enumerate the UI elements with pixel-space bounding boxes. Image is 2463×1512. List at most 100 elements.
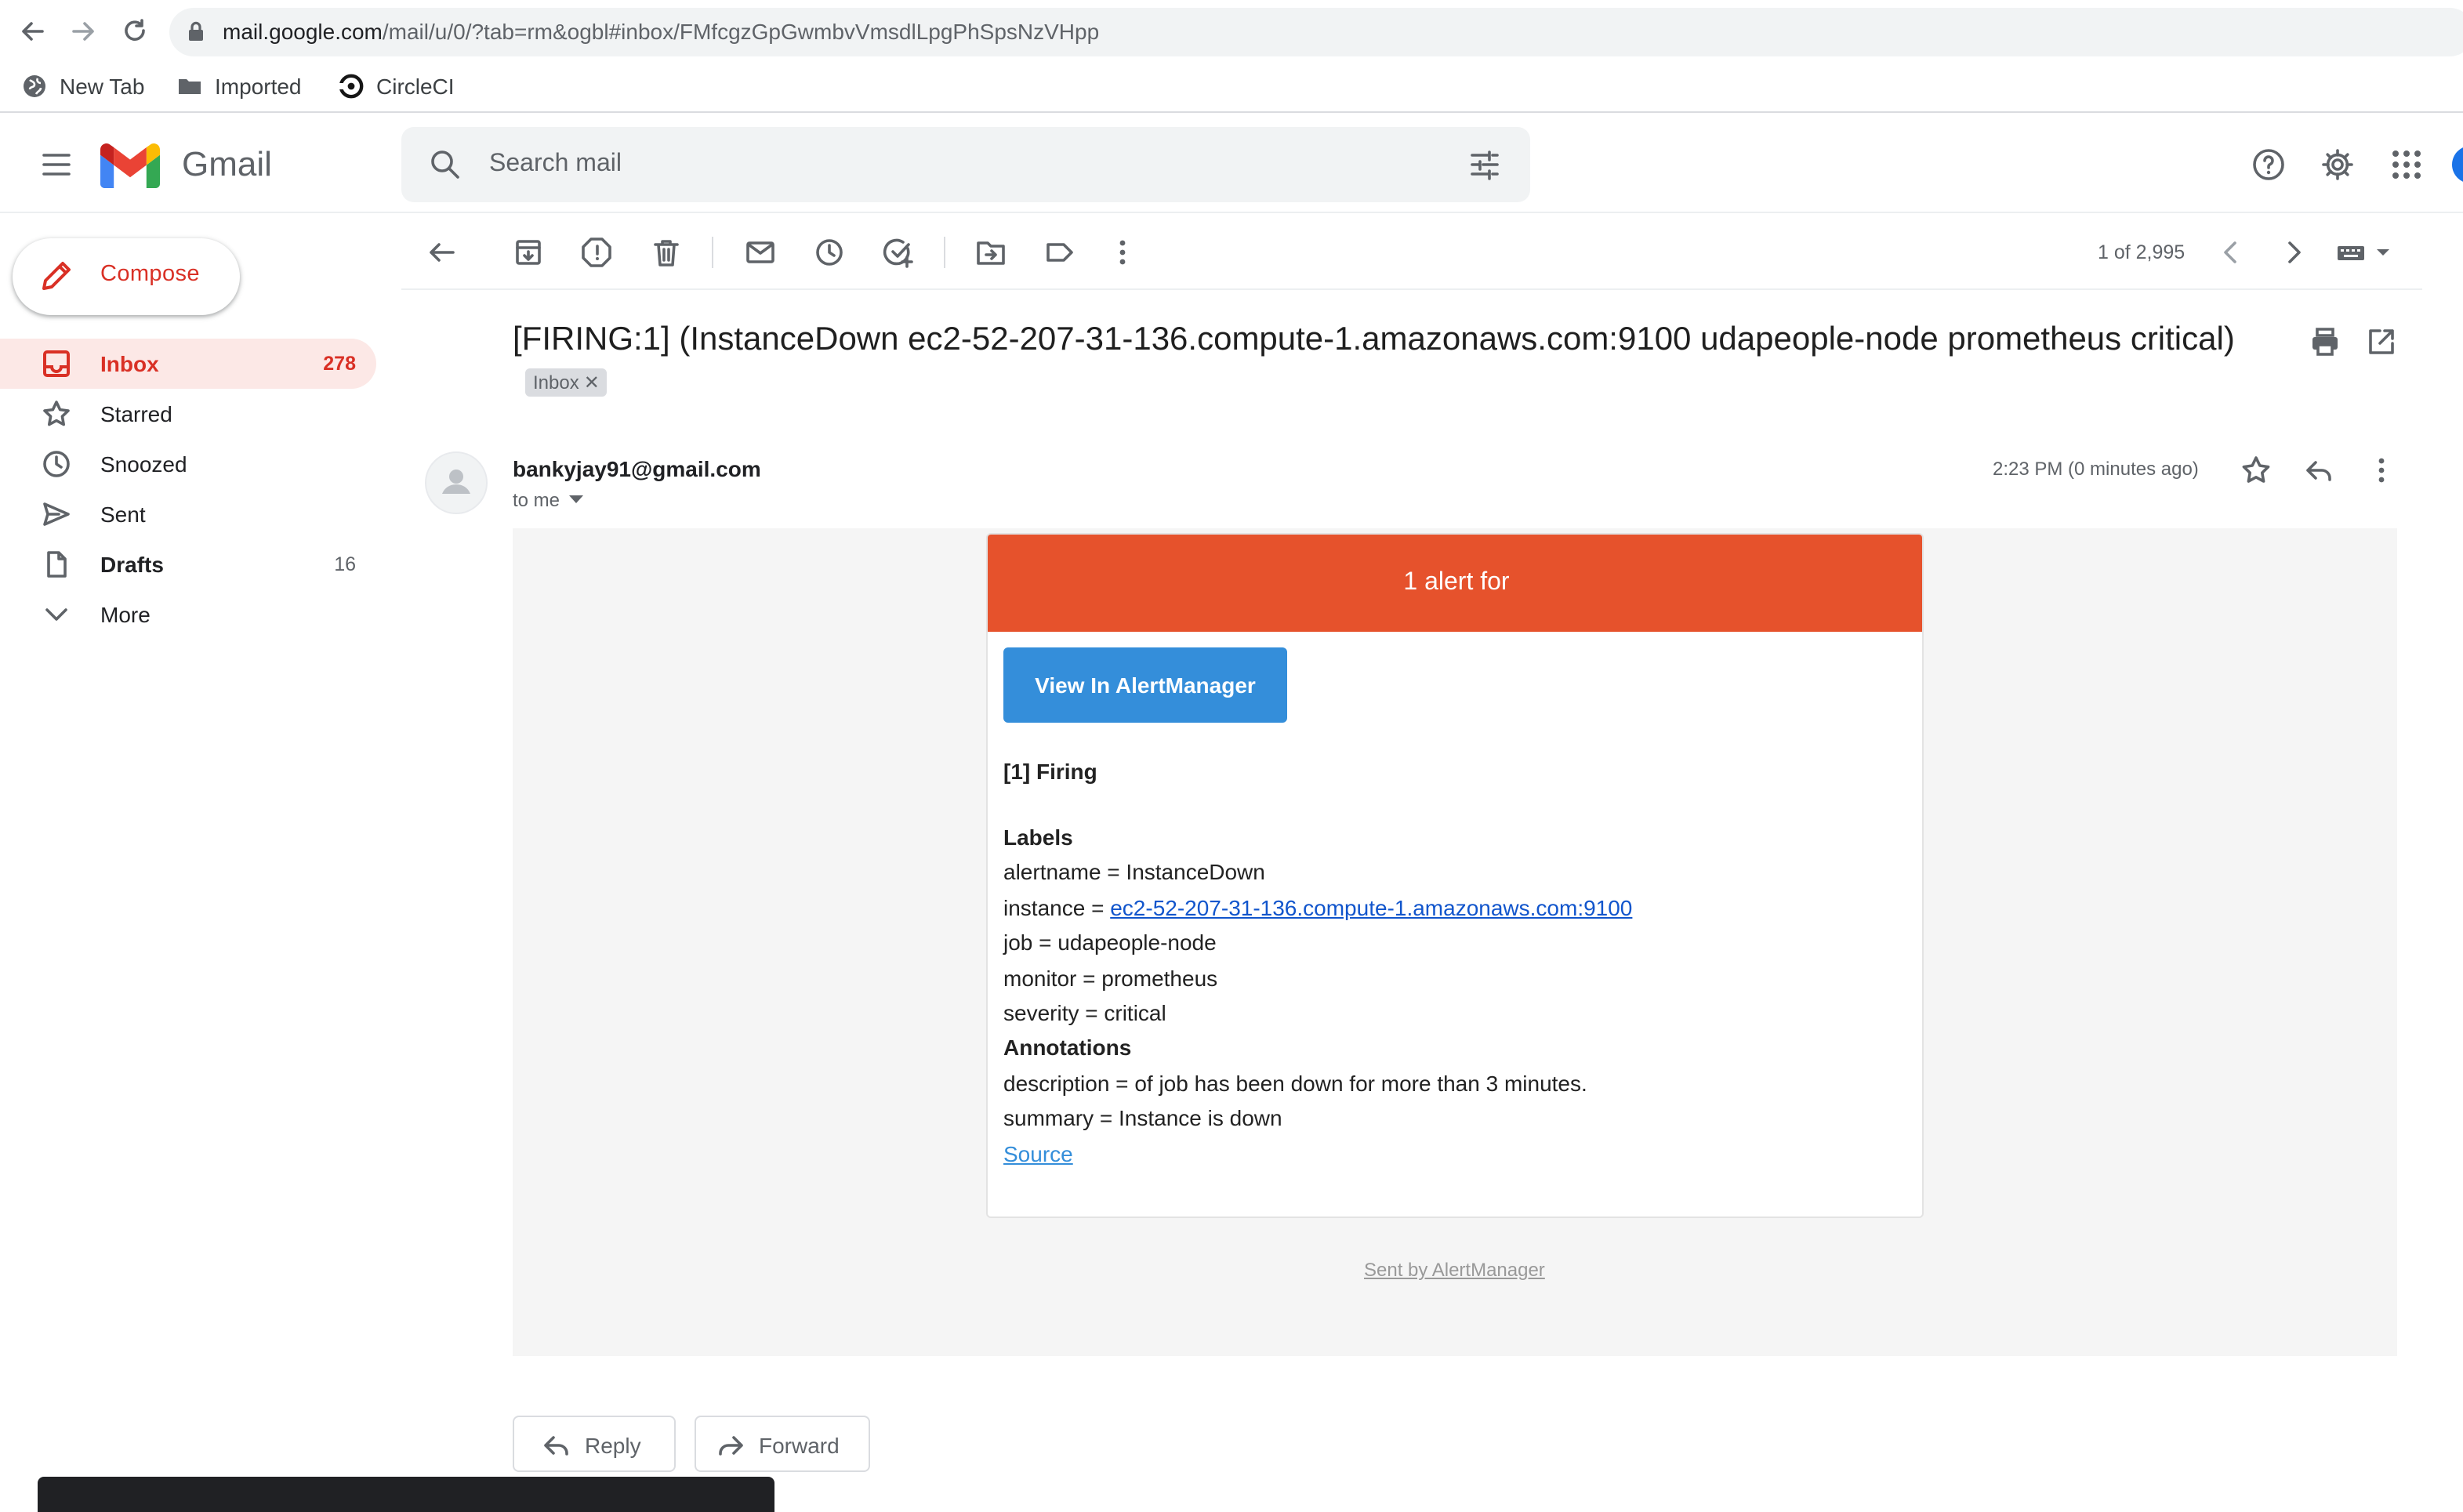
inbox-icon <box>41 348 72 379</box>
label-instance: instance = ec2-52-207-31-136.compute-1.a… <box>1003 895 1632 920</box>
message-pager: 1 of 2,995 <box>2098 241 2186 263</box>
reply-button[interactable]: Reply <box>513 1416 676 1472</box>
alert-banner-text: 1 alert for <box>1403 569 1510 596</box>
delete-icon[interactable] <box>649 235 684 270</box>
apps-grid-icon[interactable] <box>2389 147 2424 182</box>
recipient-details[interactable]: to me <box>513 489 584 511</box>
bookmark-new-tab[interactable]: New Tab <box>22 71 144 102</box>
sender-avatar[interactable] <box>425 451 488 514</box>
sidebar-item-label: Drafts <box>100 552 164 577</box>
message-more-icon[interactable] <box>2364 453 2399 488</box>
archive-icon[interactable] <box>511 235 546 270</box>
search-icon[interactable] <box>428 147 462 182</box>
sidebar-item-label: Sent <box>100 502 146 527</box>
inbox-label-chip[interactable]: Inbox ✕ <box>525 368 608 397</box>
sidebar-item-drafts[interactable]: Drafts 16 <box>0 539 376 589</box>
draft-count: 16 <box>334 553 356 575</box>
forward-label: Forward <box>759 1433 840 1458</box>
send-icon <box>41 499 72 530</box>
clock-icon <box>41 448 72 480</box>
remove-label-icon[interactable]: ✕ <box>584 372 600 393</box>
star-message-icon[interactable] <box>2239 453 2273 488</box>
move-to-folder-icon[interactable] <box>974 235 1008 270</box>
label-severity: severity = critical <box>1003 1000 1166 1025</box>
message-subject: [FIRING:1] (InstanceDown ec2-52-207-31-1… <box>513 318 2253 406</box>
sidebar-item-sent[interactable]: Sent <box>0 489 376 539</box>
report-spam-icon[interactable] <box>580 235 615 270</box>
bookmark-label: New Tab <box>60 74 145 99</box>
url-path: /mail/u/0/?tab=rm&ogbl#inbox/FMfcgzGpGwm… <box>382 19 1100 44</box>
circleci-icon <box>339 74 364 99</box>
add-to-tasks-icon[interactable] <box>881 235 916 270</box>
more-options-icon[interactable] <box>1105 235 1140 270</box>
sidebar-item-label: Inbox <box>100 351 159 376</box>
snackbar <box>38 1477 774 1512</box>
label-key: instance = <box>1003 895 1111 920</box>
reply-arrow-icon <box>541 1430 572 1461</box>
star-icon <box>41 398 72 430</box>
settings-gear-icon[interactable] <box>2320 147 2355 182</box>
forward-arrow-icon <box>715 1430 746 1461</box>
chevron-down-icon <box>41 599 72 630</box>
toolbar-divider-line <box>401 288 2422 290</box>
source-link-row: Source <box>1003 1141 1073 1166</box>
file-icon <box>41 549 72 580</box>
mark-unread-icon[interactable] <box>743 235 778 270</box>
url-host: mail.google.com <box>223 19 383 44</box>
search-options-icon[interactable] <box>1467 147 1502 182</box>
compose-button[interactable]: Compose <box>13 238 240 315</box>
reply-label: Reply <box>585 1433 641 1458</box>
sidebar-item-starred[interactable]: Starred <box>0 389 376 439</box>
back-icon[interactable] <box>19 17 47 45</box>
unread-count: 278 <box>323 353 356 375</box>
gmail-logo-icon[interactable] <box>100 143 160 188</box>
sidebar-item-snoozed[interactable]: Snoozed <box>0 439 376 489</box>
label-icon[interactable] <box>1043 235 1077 270</box>
back-to-inbox-icon[interactable] <box>425 235 459 270</box>
url-text[interactable]: mail.google.com/mail/u/0/?tab=rm&ogbl#in… <box>223 19 1099 44</box>
snooze-clock-icon[interactable] <box>812 235 847 270</box>
label-alertname: alertname = InstanceDown <box>1003 859 1265 884</box>
message-timestamp: 2:23 PM (0 minutes ago) <box>1993 458 2199 480</box>
bookmark-circleci[interactable]: CircleCI <box>339 71 455 102</box>
chip-label: Inbox <box>533 372 579 393</box>
instance-link[interactable]: ec2-52-207-31-136.compute-1.amazonaws.co… <box>1110 895 1632 920</box>
button-label: View In AlertManager <box>1035 673 1256 698</box>
gmail-brand[interactable]: Gmail <box>182 144 272 185</box>
globe-icon <box>24 75 45 97</box>
forward-icon[interactable] <box>69 17 97 45</box>
toolbar-divider <box>712 237 713 268</box>
sidebar-item-more[interactable]: More <box>0 589 376 640</box>
input-tools-keyboard-icon[interactable] <box>2336 235 2392 270</box>
forward-button[interactable]: Forward <box>695 1416 870 1472</box>
caret-down-icon[interactable] <box>569 495 584 505</box>
reload-icon[interactable] <box>121 17 149 45</box>
alert-card: 1 alert for View In AlertManager [1] Fir… <box>986 533 1924 1218</box>
print-icon[interactable] <box>2308 325 2342 359</box>
alert-banner: 1 alert for <box>988 535 1922 632</box>
label-monitor: monitor = prometheus <box>1003 966 1218 991</box>
pencil-icon <box>39 259 74 293</box>
bookmark-imported[interactable]: Imported <box>177 71 302 102</box>
source-link[interactable]: Source <box>1003 1141 1073 1166</box>
reply-icon[interactable] <box>2302 453 2336 488</box>
sender-email[interactable]: bankyjay91@gmail.com <box>513 456 761 481</box>
main-menu-icon[interactable] <box>39 147 74 182</box>
toolbar-divider <box>944 237 945 268</box>
sent-by-alertmanager-link[interactable]: Sent by AlertManager <box>1364 1259 1545 1281</box>
open-in-new-window-icon[interactable] <box>2364 325 2399 359</box>
view-in-alertmanager-button[interactable]: View In AlertManager <box>1003 647 1287 723</box>
annotation-summary: summary = Instance is down <box>1003 1105 1282 1130</box>
older-chevron-right-icon[interactable] <box>2276 235 2311 270</box>
compose-label: Compose <box>100 262 200 287</box>
labels-heading: Labels <box>1003 825 1073 850</box>
help-icon[interactable] <box>2251 147 2286 182</box>
annotation-description: description = of job has been down for m… <box>1003 1071 1587 1096</box>
firing-heading: [1] Firing <box>1003 759 1097 784</box>
newer-chevron-left-icon[interactable] <box>2214 235 2248 270</box>
search-placeholder[interactable]: Search mail <box>489 150 622 179</box>
lock-icon[interactable] <box>187 20 205 42</box>
sidebar-item-inbox[interactable]: Inbox 278 <box>0 339 376 389</box>
sidebar-item-label: Starred <box>100 401 172 426</box>
bookmark-label: CircleCI <box>376 74 455 99</box>
